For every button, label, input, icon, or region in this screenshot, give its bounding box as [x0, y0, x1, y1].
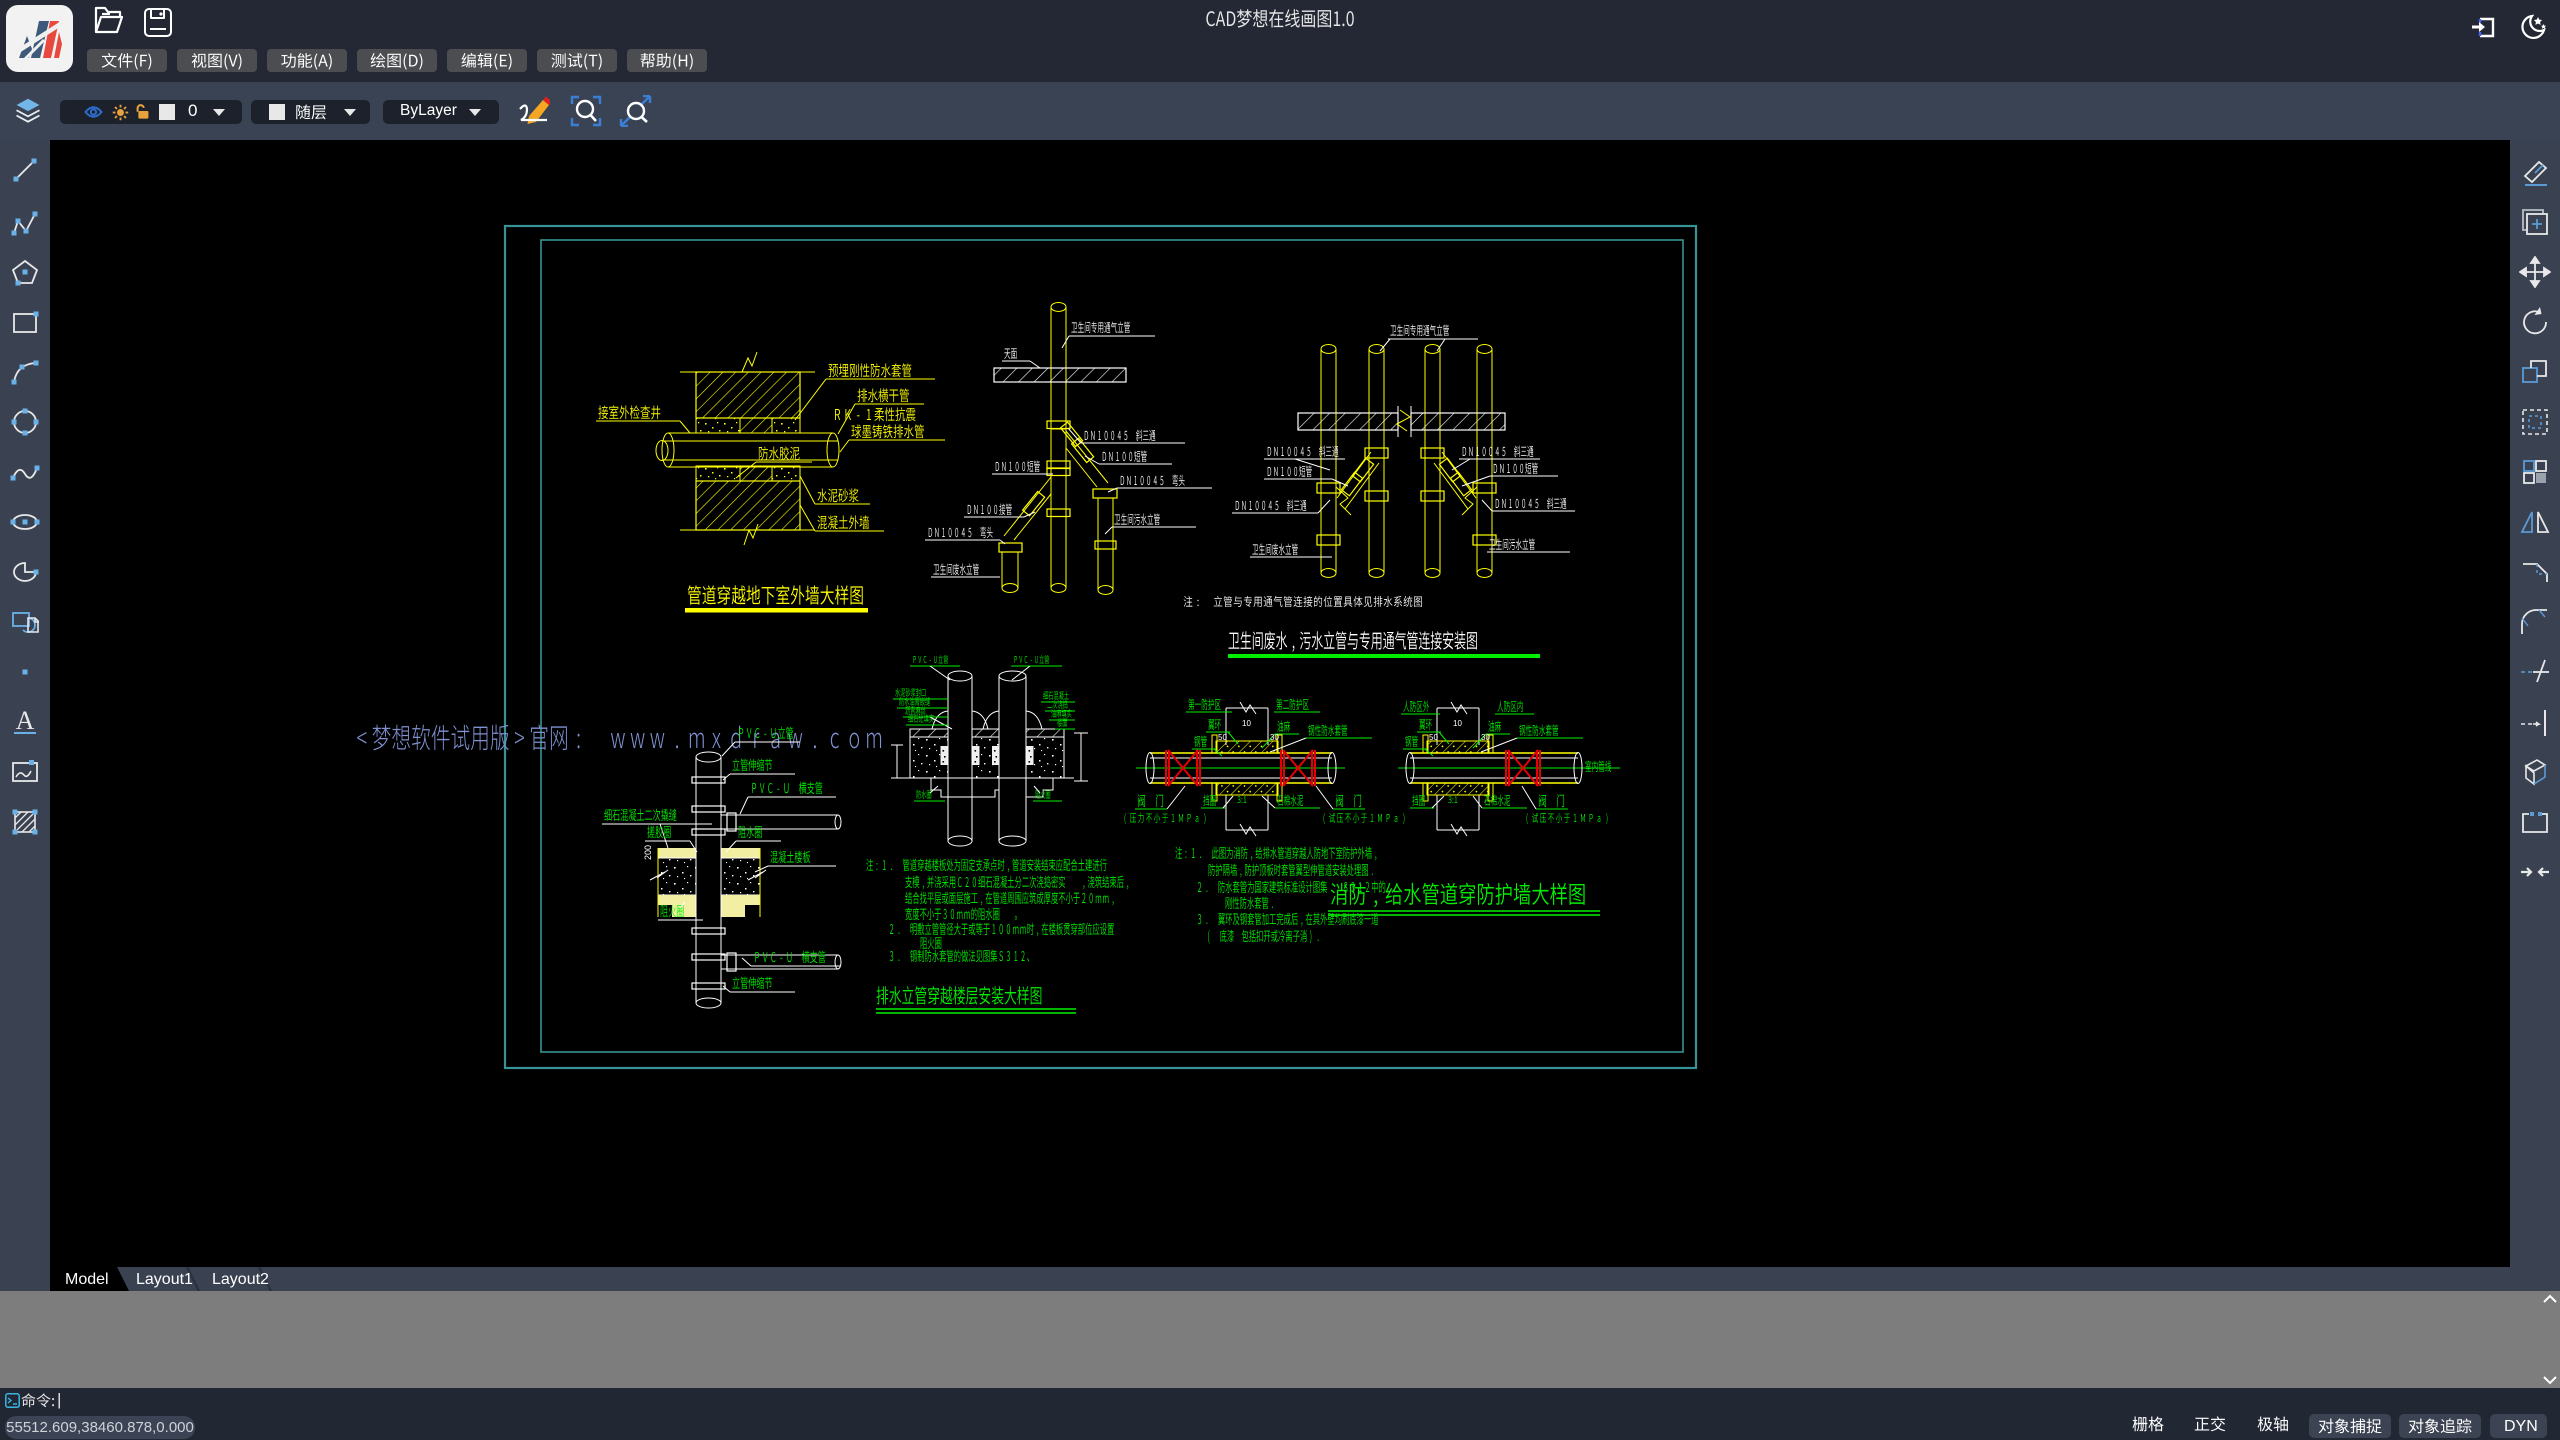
svg-text:Model: Model	[65, 1271, 109, 1288]
svg-text:10: 10	[1242, 719, 1251, 728]
svg-text:Layout1: Layout1	[136, 1271, 193, 1288]
svg-text:Layout2: Layout2	[212, 1271, 269, 1288]
svg-text:30: 30	[1270, 733, 1279, 742]
svg-text:50: 50	[1429, 733, 1438, 742]
svg-text:30: 30	[1481, 733, 1490, 742]
svg-text:200: 200	[643, 845, 653, 860]
svg-text:50: 50	[1218, 733, 1227, 742]
svg-text:A: A	[16, 706, 35, 735]
svg-text:10: 10	[1453, 719, 1462, 728]
